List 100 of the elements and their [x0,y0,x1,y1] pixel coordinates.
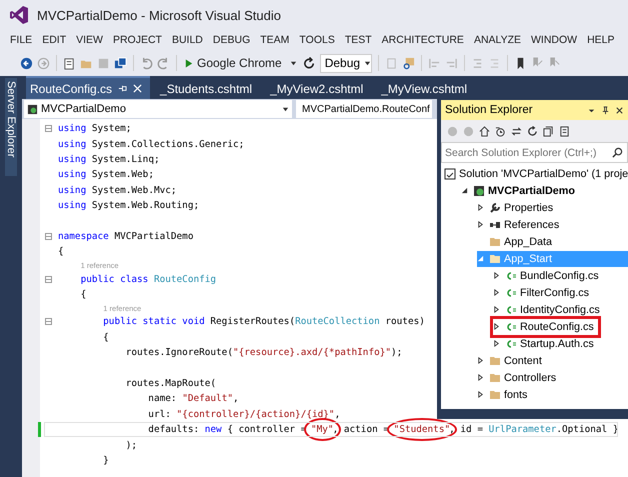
code-line: using System.Collections.Generic; [58,138,246,151]
project-dropdown[interactable]: MVCPartialDemo [24,100,292,118]
caret-icon [282,106,289,112]
refresh-icon[interactable] [302,56,316,70]
find-in-files-icon[interactable] [402,56,415,70]
code-line: routes.MapRoute( [124,377,218,390]
collapse-icon[interactable] [45,318,52,326]
menu-item[interactable]: ANALYZE [470,34,528,46]
menu-item[interactable]: WINDOW [527,34,584,46]
search-field[interactable]: Search Solution Explorer (Ctrl+;) [441,142,628,163]
collapsed-triangle-icon[interactable] [477,374,484,381]
tree-item[interactable]: Properties [477,200,558,216]
menu-item[interactable]: VIEW [72,34,109,46]
menu-item[interactable]: DEBUG [208,34,256,46]
menu-item[interactable]: ARCHITECTURE [378,34,470,46]
csharp-file-icon [505,286,517,298]
tree-item[interactable]: BundleConfig.cs [493,268,603,284]
code-line: public static void RegisterRoutes(RouteCollection routes) [102,315,426,328]
code-line: using System.Web; [58,168,155,182]
collapsed-triangle-icon[interactable] [493,289,500,296]
project-icon [473,184,485,196]
menu-item[interactable]: BUILD [168,34,209,46]
code-line: using System.Linq; [58,152,161,166]
code-line: public class RouteConfig [80,272,218,286]
code-line: } [102,454,110,467]
search-icon [612,147,623,158]
sync-arrows-icon[interactable] [511,126,522,136]
refresh-icon[interactable] [527,126,538,136]
menu-item[interactable]: TOOLS [295,34,341,46]
tree-item[interactable]: IdentityConfig.cs [493,302,604,318]
tree-item[interactable]: Solution 'MVCPartialDemo' (1 proje [444,166,628,182]
solution-icon [444,168,456,180]
home-icon[interactable] [479,126,490,136]
tree-item[interactable]: RouteConfig.cs [493,318,598,334]
tree-item[interactable]: FilterConfig.cs [493,284,593,300]
collapsed-triangle-icon[interactable] [493,306,500,313]
tree-item[interactable]: fonts [477,386,532,402]
window-title: MVCPartialDemo - Microsoft Visual Studio [37,8,281,22]
visual-studio-logo-icon [9,5,29,25]
collapsed-triangle-icon[interactable] [477,391,484,398]
folder-icon [489,236,501,248]
collapsed-triangle-icon[interactable] [493,272,500,279]
configuration-dropdown[interactable]: Debug [320,54,372,72]
collapse-icon[interactable] [45,232,52,240]
show-files-icon[interactable] [559,126,570,136]
close-icon[interactable] [615,106,624,114]
type-dropdown[interactable]: MVCPartialDemo.RouteConf [296,100,432,118]
panel-title: Solution Explorer [445,104,533,116]
new-project-icon[interactable] [63,56,76,70]
csharp-file-icon [505,338,517,350]
collapse-all-icon[interactable] [543,126,554,136]
csharp-file-icon [505,320,517,332]
tree-item[interactable]: Controllers [477,370,560,386]
document-tab[interactable]: _Students.cshtml [156,78,260,99]
document-tab[interactable]: _MyView.cshtml [377,78,476,99]
server-explorer-tab[interactable]: Server Explorer [5,78,17,176]
tree-item[interactable]: MVCPartialDemo [461,182,579,198]
folder-icon [489,354,501,366]
menu-item[interactable]: TEAM [256,34,296,46]
folder-icon [489,388,501,400]
menu-item[interactable]: FILE [6,34,38,46]
code-line: url: "{controller}/{action}/{id}", [147,408,342,421]
code-line: using System; [58,122,132,136]
collapsed-triangle-icon[interactable] [477,357,484,364]
code-line: { [58,245,65,258]
collapse-icon[interactable] [45,276,52,283]
collapse-icon[interactable] [45,125,52,132]
save-all-icon[interactable] [114,56,127,70]
code-line: routes.IgnoreRoute("{resource}.axd/{*pathInfo}"); [124,346,404,360]
collapsed-triangle-icon[interactable] [493,323,500,330]
code-line: ); [124,438,138,452]
tree-item[interactable]: Content [477,352,546,368]
code-line: namespace MVCPartialDemo [58,230,194,243]
tree-item[interactable]: Startup.Auth.cs [493,336,598,352]
menu-item[interactable]: EDIT [38,34,72,46]
expanded-triangle-icon[interactable] [461,187,468,194]
menu-item[interactable]: PROJECT [108,34,168,46]
code-line: name: "Default", [147,392,240,406]
code-line: { [80,288,88,302]
menu-item[interactable]: HELP [583,34,621,46]
run-button[interactable]: Google Chrome [183,56,299,70]
csharp-file-icon [505,304,517,316]
play-icon [185,58,193,68]
caret-icon [364,60,372,66]
tree-item[interactable]: App_Data [477,234,556,250]
wrench-icon [489,202,501,214]
collapsed-triangle-icon[interactable] [477,204,484,211]
pin-icon[interactable] [601,106,610,114]
collapsed-triangle-icon[interactable] [477,221,484,228]
history-icon[interactable] [495,126,506,136]
project-icon [27,104,38,114]
menu-item[interactable]: TEST [340,34,378,46]
caret-icon [290,60,297,66]
code-line: { [102,330,110,344]
document-tab[interactable]: _MyView2.cshtml [266,78,372,99]
collapsed-triangle-icon[interactable] [493,340,500,347]
csharp-file-icon [505,270,517,282]
tree-item[interactable]: References [477,216,564,232]
code-line: using System.Web.Routing; [58,199,200,212]
folder-icon [489,252,501,264]
